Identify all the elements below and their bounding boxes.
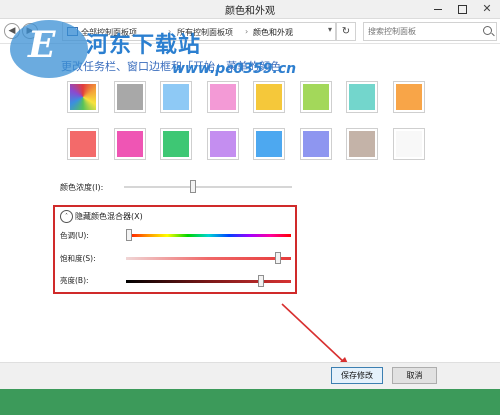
hue-slider[interactable]	[126, 234, 291, 237]
swatch-fill	[70, 131, 96, 157]
color-swatch-teal[interactable]	[346, 81, 378, 113]
minimize-icon	[434, 8, 442, 10]
color-swatch-emerald[interactable]	[160, 128, 192, 160]
color-swatch-blue[interactable]	[253, 128, 285, 160]
minimize-button[interactable]	[426, 0, 450, 18]
color-swatch-periwinkle[interactable]	[299, 128, 332, 160]
color-swatch-magenta[interactable]	[113, 128, 146, 160]
title-bar: 颜色和外观 ✕	[0, 0, 500, 19]
color-swatch-white[interactable]	[392, 128, 425, 160]
brightness-slider[interactable]	[126, 280, 291, 283]
swatch-fill	[116, 131, 143, 157]
swatch-fill	[163, 84, 189, 110]
swatch-fill	[209, 131, 236, 157]
swatch-fill	[256, 84, 282, 110]
swatch-fill	[116, 84, 143, 110]
search-icon[interactable]	[483, 26, 492, 35]
swatch-fill	[302, 131, 329, 157]
brightness-label: 亮度(B):	[60, 276, 89, 285]
maximize-icon	[457, 4, 467, 14]
refresh-button[interactable]: ↻	[336, 22, 356, 41]
watermark-url: www.pc0359.cn	[172, 61, 297, 77]
saturation-label: 饱和度(S):	[60, 254, 96, 263]
search-box[interactable]	[363, 22, 497, 41]
color-intensity-label: 颜色浓度(I):	[60, 183, 104, 192]
color-swatch-violet[interactable]	[206, 128, 239, 160]
color-swatch-light-blue[interactable]	[160, 81, 192, 113]
color-swatch-green[interactable]	[299, 81, 332, 113]
color-intensity-thumb[interactable]	[189, 180, 196, 193]
color-swatch-pink[interactable]	[206, 81, 239, 113]
brightness-thumb[interactable]	[258, 275, 265, 287]
chevron-down-icon[interactable]: ▾	[328, 25, 332, 34]
color-wheel-icon	[70, 84, 96, 110]
saturation-slider[interactable]	[126, 257, 291, 260]
breadcrumb-separator: ›	[245, 27, 249, 36]
search-input[interactable]	[364, 23, 478, 40]
hue-label: 色调(U):	[60, 231, 89, 240]
color-swatch-red[interactable]	[67, 128, 99, 160]
swatch-fill	[395, 131, 422, 157]
swatch-fill	[395, 84, 422, 110]
cancel-button[interactable]: 取消	[392, 367, 437, 384]
hue-thumb[interactable]	[126, 229, 133, 241]
swatch-fill	[163, 131, 189, 157]
swatch-fill	[256, 131, 282, 157]
saturation-thumb[interactable]	[274, 252, 281, 264]
hide-color-mixer-toggle[interactable]: 隐藏颜色混合器(X)	[75, 211, 143, 222]
save-changes-button[interactable]: 保存修改	[331, 367, 383, 384]
breadcrumb-current[interactable]: 颜色和外观	[253, 27, 293, 38]
color-and-appearance-window: 颜色和外观 ✕ ◀ ▶ 全部控制面板项 › 所有控制面板项 › 颜色和外观 ▾ …	[0, 0, 500, 389]
collapse-icon[interactable]: ˄	[60, 210, 73, 223]
window-title: 颜色和外观	[225, 6, 275, 17]
color-swatch-taupe[interactable]	[346, 128, 378, 160]
color-swatch-gray[interactable]	[113, 81, 146, 113]
color-intensity-slider[interactable]	[124, 186, 292, 188]
swatch-fill	[349, 131, 375, 157]
swatch-fill	[349, 84, 375, 110]
refresh-icon: ↻	[341, 26, 351, 37]
swatch-fill	[209, 84, 236, 110]
maximize-button[interactable]	[450, 0, 474, 18]
watermark-logo-letter: E	[28, 24, 56, 66]
swatch-fill	[302, 84, 329, 110]
watermark-title: 河东下载站	[86, 33, 202, 58]
color-swatch-orange[interactable]	[392, 81, 425, 113]
color-swatch-yellow[interactable]	[253, 81, 285, 113]
close-button[interactable]: ✕	[474, 0, 500, 18]
color-swatch-automatic[interactable]	[67, 81, 99, 113]
close-icon: ✕	[482, 2, 492, 15]
